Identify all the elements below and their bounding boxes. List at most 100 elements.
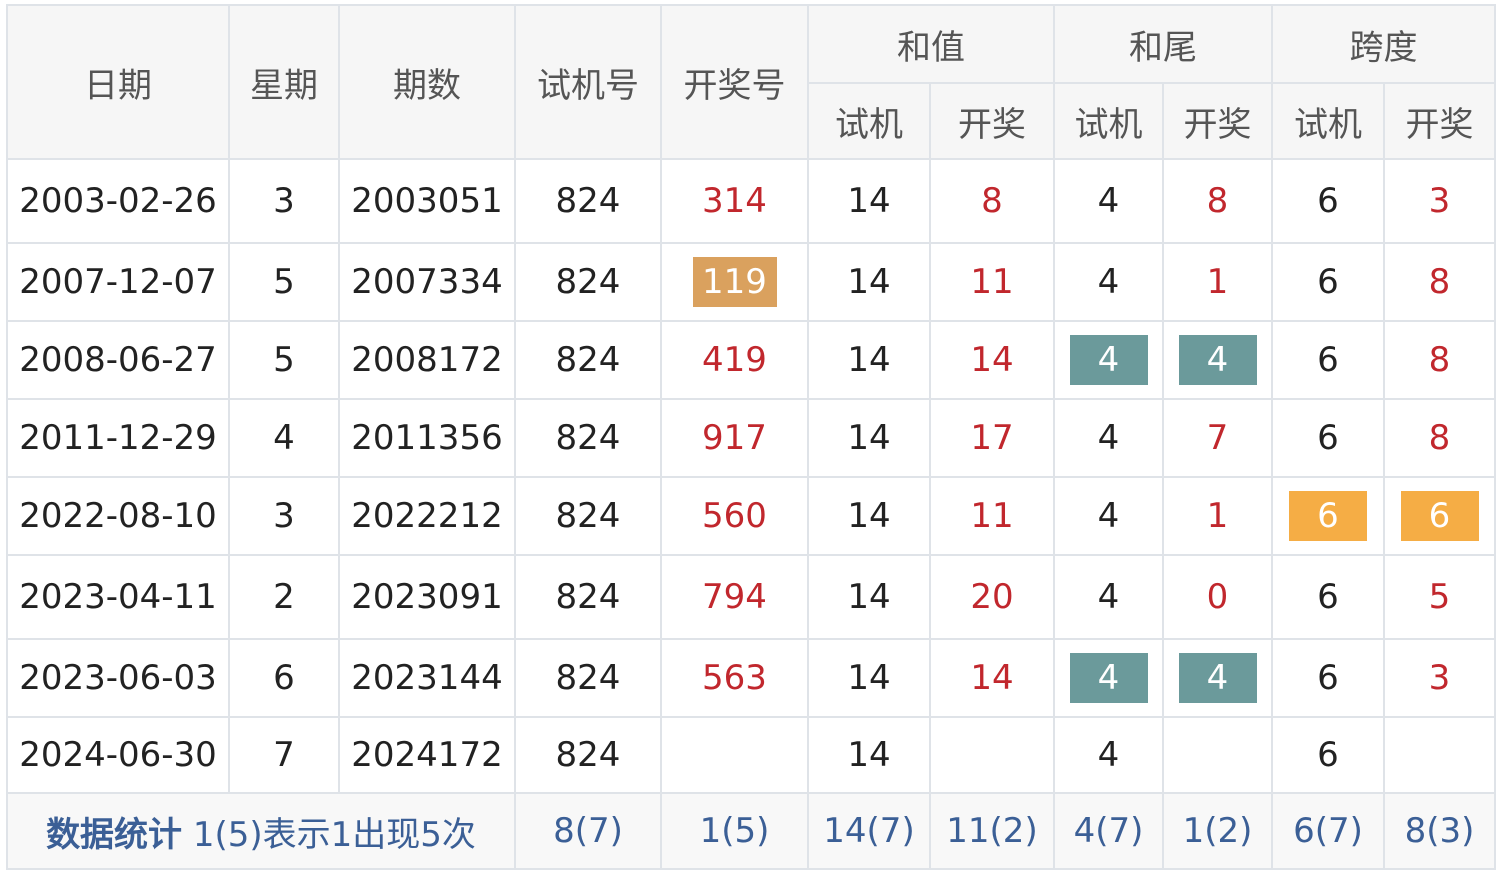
cell-sum-draw <box>929 716 1055 794</box>
header-span-test: 试机 <box>1271 82 1385 160</box>
cell-tail-test: 4 <box>1053 554 1164 640</box>
cell-span-draw: 8 <box>1383 320 1496 400</box>
cell-draw: 119 <box>660 242 809 322</box>
tail-match-highlight: 4 <box>1069 653 1148 703</box>
cell-date: 2022-08-10 <box>6 476 230 556</box>
header-issue: 期数 <box>338 4 516 160</box>
cell-tail-draw: 1 <box>1162 476 1273 556</box>
cell-weekday: 6 <box>228 638 340 718</box>
cell-tail-draw: 4 <box>1162 638 1273 718</box>
cell-tail-draw: 4 <box>1162 320 1273 400</box>
cell-span-test: 6 <box>1271 242 1385 322</box>
cell-sum-test: 14 <box>807 320 931 400</box>
cell-draw: 419 <box>660 320 809 400</box>
stats-span-test: 6(7) <box>1271 792 1385 870</box>
cell-issue: 2011356 <box>338 398 516 478</box>
cell-span-draw: 6 <box>1383 476 1496 556</box>
cell-test: 824 <box>514 398 662 478</box>
header-sum-test: 试机 <box>807 82 931 160</box>
draw-match-highlight: 119 <box>692 257 777 307</box>
stats-test: 8(7) <box>514 792 662 870</box>
cell-sum-test: 14 <box>807 242 931 322</box>
cell-span-test: 6 <box>1271 398 1385 478</box>
span-match-highlight: 6 <box>1289 491 1367 541</box>
cell-tail-test: 4 <box>1053 158 1164 244</box>
cell-tail-draw: 7 <box>1162 398 1273 478</box>
stats-row: 数据统计 1(5)表示1出现5次 8(7) 1(5) 14(7) 11(2) 4… <box>6 792 1496 870</box>
cell-test: 824 <box>514 716 662 794</box>
cell-issue: 2007334 <box>338 242 516 322</box>
cell-sum-draw: 11 <box>929 476 1055 556</box>
cell-test: 824 <box>514 242 662 322</box>
cell-weekday: 4 <box>228 398 340 478</box>
cell-date: 2023-04-11 <box>6 554 230 640</box>
cell-span-test: 6 <box>1271 158 1385 244</box>
cell-tail-draw: 1 <box>1162 242 1273 322</box>
header-tail-test: 试机 <box>1053 82 1164 160</box>
tail-match-highlight: 4 <box>1069 335 1148 385</box>
cell-date: 2024-06-30 <box>6 716 230 794</box>
cell-test: 824 <box>514 158 662 244</box>
header-sum-group: 和值 <box>807 4 1055 84</box>
cell-weekday: 3 <box>228 158 340 244</box>
table-row: 2011-12-29 4 2011356 824 917 14 17 4 7 6… <box>6 398 1496 478</box>
cell-draw: 917 <box>660 398 809 478</box>
cell-sum-draw: 14 <box>929 320 1055 400</box>
cell-issue: 2023144 <box>338 638 516 718</box>
cell-span-test: 6 <box>1271 716 1385 794</box>
cell-tail-test: 4 <box>1053 320 1164 400</box>
cell-tail-test: 4 <box>1053 242 1164 322</box>
cell-sum-test: 14 <box>807 716 931 794</box>
cell-date: 2007-12-07 <box>6 242 230 322</box>
stats-span-draw: 8(3) <box>1383 792 1496 870</box>
cell-date: 2023-06-03 <box>6 638 230 718</box>
cell-issue: 2022212 <box>338 476 516 556</box>
cell-sum-test: 14 <box>807 158 931 244</box>
stats-tail-draw: 1(2) <box>1162 792 1273 870</box>
stats-label-cell: 数据统计 1(5)表示1出现5次 <box>6 792 516 870</box>
cell-span-draw: 5 <box>1383 554 1496 640</box>
stats-note: 1(5)表示1出现5次 <box>192 814 476 855</box>
cell-issue: 2003051 <box>338 158 516 244</box>
cell-draw: 563 <box>660 638 809 718</box>
cell-date: 2011-12-29 <box>6 398 230 478</box>
cell-draw: 314 <box>660 158 809 244</box>
tail-match-highlight: 4 <box>1178 653 1257 703</box>
cell-weekday: 2 <box>228 554 340 640</box>
cell-sum-test: 14 <box>807 476 931 556</box>
cell-draw: 560 <box>660 476 809 556</box>
cell-date: 2008-06-27 <box>6 320 230 400</box>
cell-test: 824 <box>514 476 662 556</box>
cell-tail-test: 4 <box>1053 398 1164 478</box>
cell-span-test: 6 <box>1271 554 1385 640</box>
header-test-number: 试机号 <box>514 4 662 160</box>
table-row: 2007-12-07 5 2007334 824 119 14 11 4 1 6… <box>6 242 1496 322</box>
table-row: 2022-08-10 3 2022212 824 560 14 11 4 1 6… <box>6 476 1496 556</box>
cell-test: 824 <box>514 554 662 640</box>
table-row: 2023-04-11 2 2023091 824 794 14 20 4 0 6… <box>6 554 1496 640</box>
header-draw-number: 开奖号 <box>660 4 809 160</box>
cell-span-draw: 3 <box>1383 638 1496 718</box>
tail-match-highlight: 4 <box>1178 335 1257 385</box>
header-weekday: 星期 <box>228 4 340 160</box>
cell-span-draw: 8 <box>1383 398 1496 478</box>
header-date: 日期 <box>6 4 230 160</box>
table-row: 2008-06-27 5 2008172 824 419 14 14 4 4 6… <box>6 320 1496 400</box>
cell-draw <box>660 716 809 794</box>
cell-sum-draw: 14 <box>929 638 1055 718</box>
cell-tail-draw: 0 <box>1162 554 1273 640</box>
cell-weekday: 5 <box>228 320 340 400</box>
cell-sum-draw: 20 <box>929 554 1055 640</box>
header-tail-group: 和尾 <box>1053 4 1273 84</box>
cell-weekday: 3 <box>228 476 340 556</box>
cell-span-test: 6 <box>1271 638 1385 718</box>
header-span-group: 跨度 <box>1271 4 1496 84</box>
stats-sum-test: 14(7) <box>807 792 931 870</box>
cell-weekday: 5 <box>228 242 340 322</box>
cell-issue: 2023091 <box>338 554 516 640</box>
cell-issue: 2008172 <box>338 320 516 400</box>
cell-tail-test: 4 <box>1053 716 1164 794</box>
cell-tail-draw <box>1162 716 1273 794</box>
table-row: 2023-06-03 6 2023144 824 563 14 14 4 4 6… <box>6 638 1496 718</box>
table-row: 2024-06-30 7 2024172 824 14 4 6 <box>6 716 1496 794</box>
